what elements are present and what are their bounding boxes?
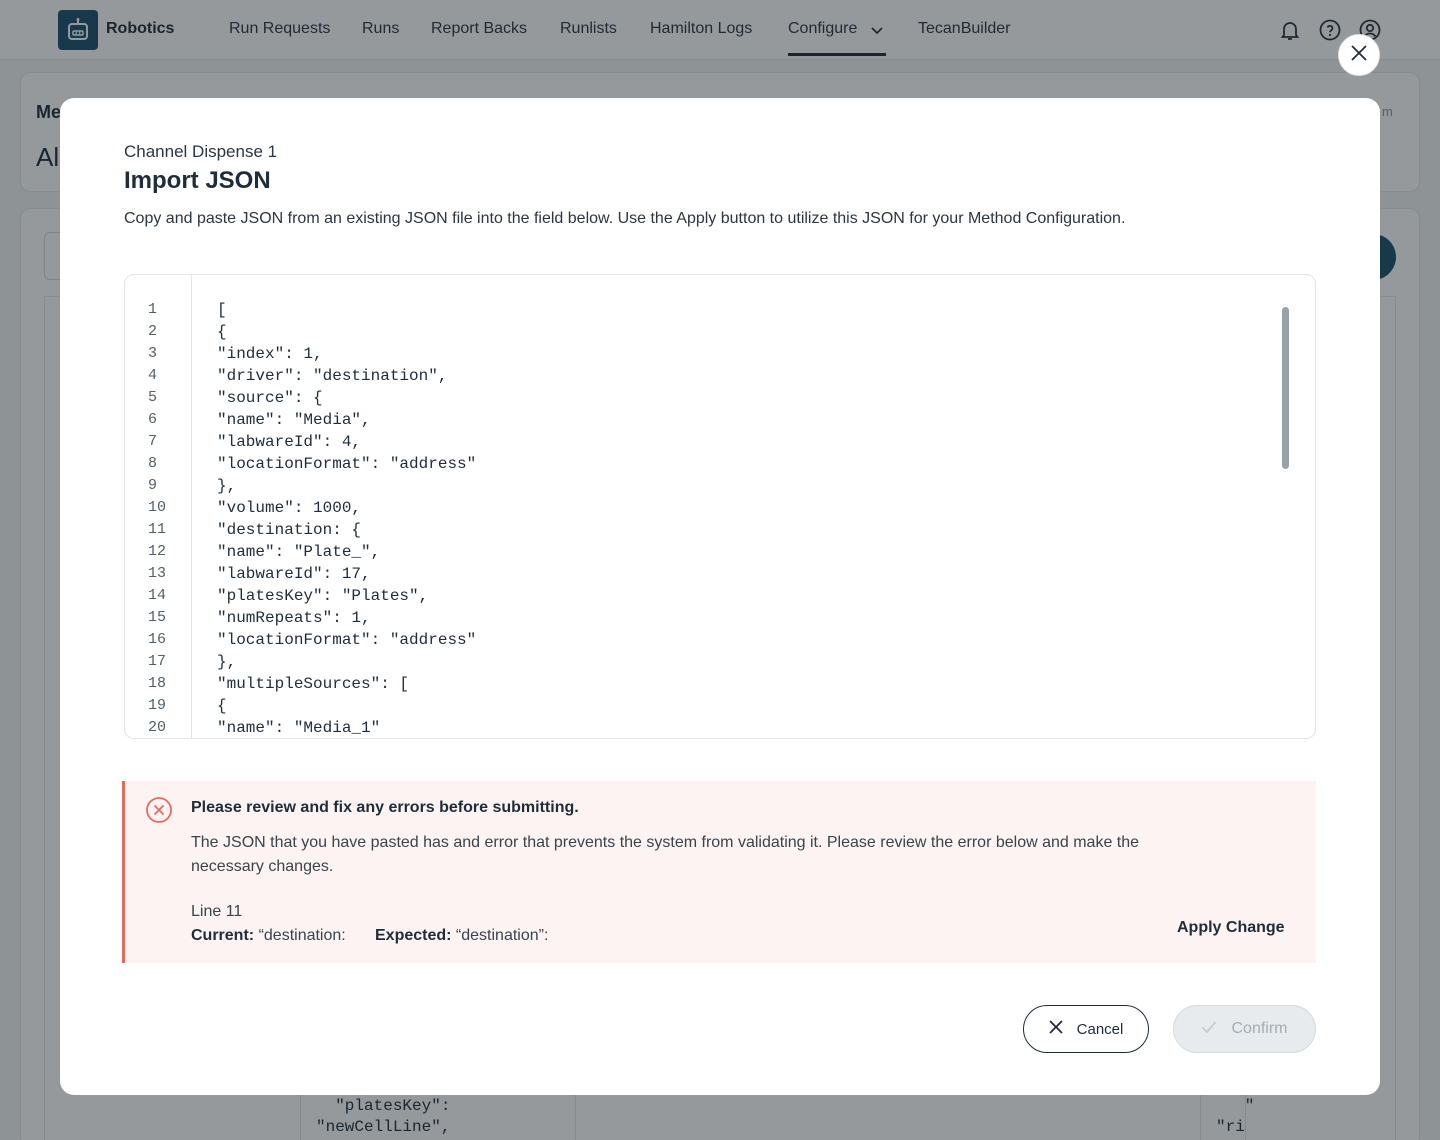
- error-current-label: Current:: [191, 927, 255, 944]
- line-number: 12: [148, 543, 167, 560]
- code-line: [: [217, 301, 227, 319]
- line-number: 18: [148, 675, 167, 692]
- code-line: "driver": "destination",: [217, 367, 448, 385]
- error-current: Current: “destination:: [191, 927, 346, 945]
- code-line: "name": "Media",: [217, 411, 371, 429]
- code-line: {: [217, 323, 227, 341]
- error-expected-value: “destination”:: [455, 927, 549, 944]
- line-number: 6: [148, 411, 158, 428]
- code-line: "locationFormat": "address": [217, 631, 477, 649]
- close-icon: [1049, 1020, 1063, 1038]
- confirm-button-label: Confirm: [1231, 1020, 1288, 1037]
- json-code-input[interactable]: [ { "index": 1, "driver": "destination", "so…: [217, 299, 1275, 738]
- code-line: "source": {: [217, 389, 323, 407]
- modal-close-button[interactable]: [1338, 34, 1380, 76]
- code-line: "platesKey": "Plates",: [217, 587, 429, 605]
- line-number: 16: [148, 631, 167, 648]
- editor-scrollbar[interactable]: [1282, 307, 1289, 469]
- line-number: 3: [148, 345, 158, 362]
- line-number: 8: [148, 455, 158, 472]
- code-line: "volume": 1000,: [217, 499, 362, 517]
- checkmark-icon: [1201, 1020, 1217, 1039]
- error-message: The JSON that you have pasted has and er…: [191, 834, 1140, 875]
- line-number: 15: [148, 609, 167, 626]
- code-line: "index": 1,: [217, 345, 323, 363]
- line-number: 19: [148, 697, 167, 714]
- apply-change-button[interactable]: Apply Change: [1177, 919, 1285, 937]
- line-number: 4: [148, 367, 158, 384]
- code-line: "name": "Media_1": [217, 719, 381, 737]
- error-alert: Please review and fix any errors before …: [122, 781, 1316, 963]
- code-line: "multipleSources": [: [217, 675, 410, 693]
- confirm-button[interactable]: Confirm: [1173, 1005, 1316, 1053]
- import-json-modal: Channel Dispense 1 Import JSON Copy and …: [60, 98, 1380, 1095]
- line-number-gutter: 1 2 3 4 5 6 7 8 9 10 11 12 13 14 15 16 17 18 19 20: [125, 275, 192, 738]
- line-number: 11: [148, 521, 167, 538]
- line-number: 7: [148, 433, 158, 450]
- error-expected-label: Expected:: [375, 927, 452, 944]
- code-line: "destination: {: [217, 521, 362, 539]
- code-line: },: [217, 477, 237, 495]
- line-number: 14: [148, 587, 167, 604]
- line-number: 10: [148, 499, 167, 516]
- cancel-button[interactable]: Cancel: [1023, 1005, 1149, 1053]
- error-title: Please review and fix any errors before …: [191, 799, 579, 816]
- line-number: 2: [148, 323, 158, 340]
- line-number: 17: [148, 653, 167, 670]
- code-line: "labwareId": 4,: [217, 433, 362, 451]
- code-line: },: [217, 653, 237, 671]
- json-editor[interactable]: 1 2 3 4 5 6 7 8 9 10 11 12 13 14 15 16 17 18 19 20 [{"index…: [124, 274, 1316, 739]
- modal-subtitle: Channel Dispense 1: [124, 142, 278, 161]
- line-number: 9: [148, 477, 158, 494]
- line-number: 13: [148, 565, 167, 582]
- line-number: 1: [148, 301, 158, 318]
- close-icon: [1350, 44, 1368, 67]
- modal-description: Copy and paste JSON from an existing JSO…: [124, 210, 1126, 227]
- code-line: {: [217, 697, 227, 715]
- cancel-button-label: Cancel: [1076, 1020, 1124, 1038]
- line-number: 20: [148, 719, 167, 736]
- code-line: "locationFormat": "address": [217, 455, 477, 473]
- code-line: "name": "Plate_",: [217, 543, 381, 561]
- code-line: "numRepeats": 1,: [217, 609, 371, 627]
- code-line: "labwareId": 17,: [217, 565, 371, 583]
- error-current-value: “destination:: [258, 927, 346, 944]
- error-circle-x-icon: [145, 796, 173, 824]
- error-line-number: Line 11: [191, 903, 243, 920]
- error-expected: Expected: “destination”:: [375, 927, 548, 945]
- line-number: 5: [148, 389, 158, 406]
- modal-title: Import JSON: [124, 167, 271, 194]
